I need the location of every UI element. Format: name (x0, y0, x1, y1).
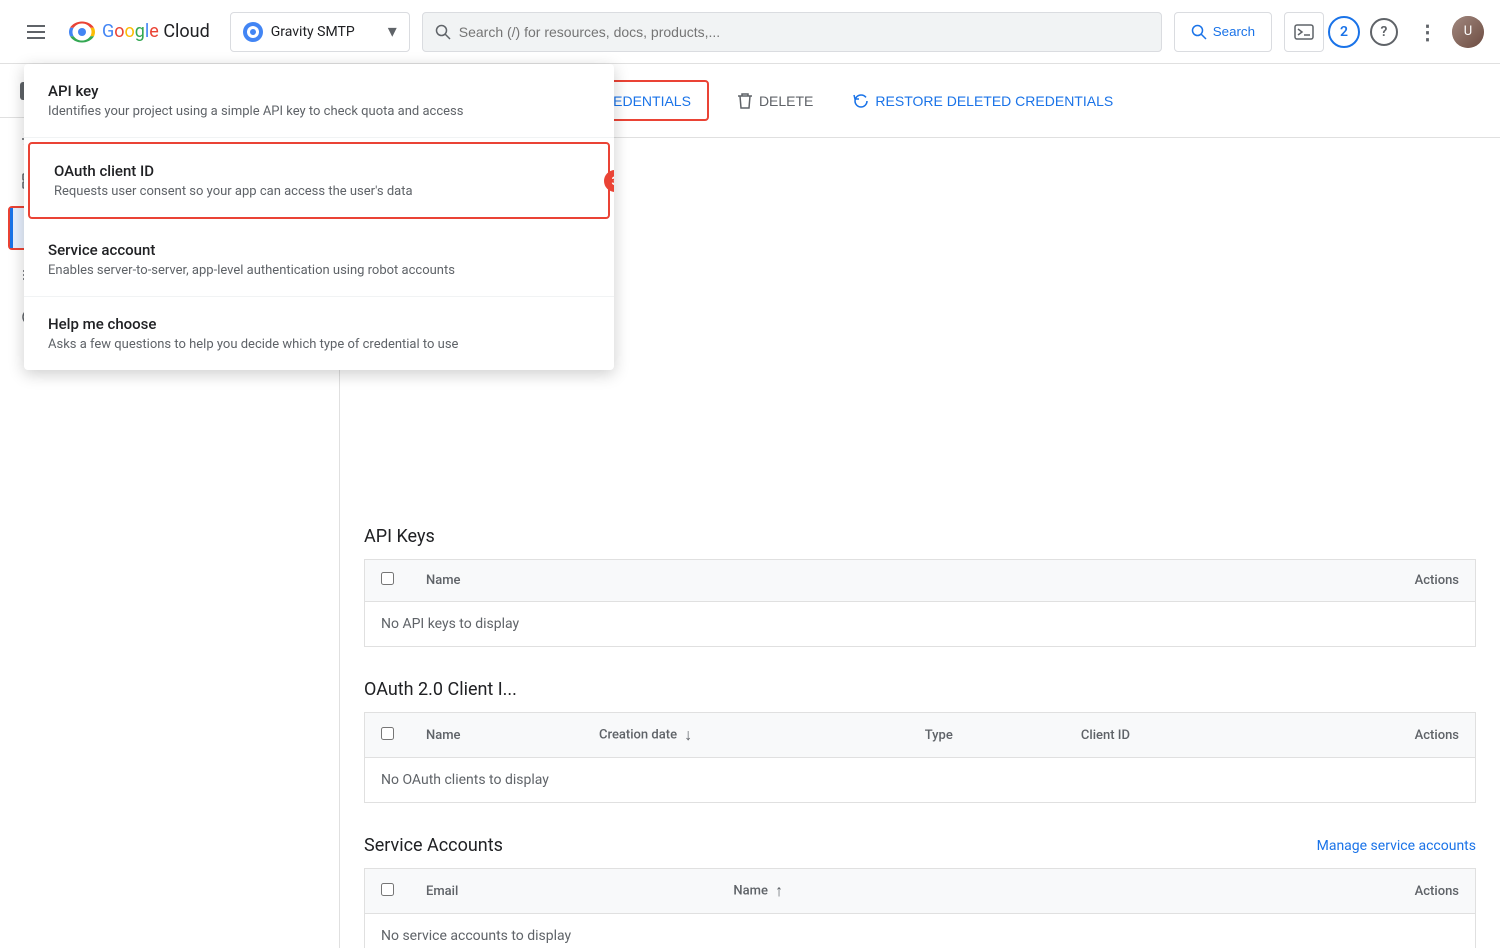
service-accounts-section: Service Accounts Manage service accounts… (340, 819, 1500, 948)
api-keys-name-header: Name (410, 560, 904, 602)
oauth-creation-header: Creation date ↓ (583, 713, 909, 758)
manage-service-accounts-link[interactable]: Manage service accounts (1317, 838, 1476, 854)
delete-button[interactable]: DELETE (721, 84, 829, 118)
api-keys-select-all[interactable] (381, 572, 394, 585)
oauth-type-header: Type (909, 713, 1065, 758)
project-icon (243, 22, 263, 42)
project-dropdown-arrow: ▾ (388, 21, 397, 42)
delete-label: DELETE (759, 93, 813, 109)
more-options-button[interactable]: ⋮ (1408, 12, 1448, 52)
service-accounts-header: Service Accounts Manage service accounts (364, 835, 1476, 856)
oauth-clients-table: Name Creation date ↓ Type Client ID Acti… (364, 712, 1476, 803)
table-row: No OAuth clients to display (365, 758, 1476, 803)
oauth-checkbox-header (365, 713, 411, 758)
service-accounts-title: Service Accounts (364, 835, 503, 856)
restore-button[interactable]: RESTORE DELETED CREDENTIALS (841, 85, 1125, 117)
google-cloud-text: Google Cloud (102, 21, 210, 42)
service-accounts-table: Email Name ↑ Actions No service accounts… (364, 868, 1476, 948)
oauth-border: OAuth client ID Requests user consent so… (340, 142, 610, 219)
project-selector[interactable]: Gravity SMTP ▾ (230, 12, 410, 52)
nav-icons: 2 ? ⋮ U (1284, 12, 1484, 52)
oauth-name-header: Name (410, 713, 583, 758)
oauth-select-all[interactable] (381, 727, 394, 740)
sa-empty: No service accounts to display (381, 928, 571, 944)
cloud-shell-button[interactable] (1284, 12, 1324, 52)
table-row: No service accounts to display (365, 914, 1476, 948)
help-button[interactable]: ? (1364, 12, 1404, 52)
dropdown-menu: API key Identifies your project using a … (340, 64, 614, 370)
sa-checkbox-header (365, 869, 411, 914)
oauth-clients-title: OAuth 2.0 Client I... (364, 679, 1476, 700)
sa-email-header: Email (410, 869, 717, 914)
search-button[interactable]: Search (1174, 12, 1272, 52)
google-cloud-logo: Google Cloud (68, 21, 210, 43)
oauth-clients-section: OAuth 2.0 Client I... Name Creation date… (340, 663, 1500, 819)
restore-icon (853, 93, 869, 109)
search-box-icon (435, 24, 451, 40)
notification-btn[interactable]: 2 (1328, 16, 1360, 48)
api-keys-section: API Keys Name Actions No API keys to dis… (340, 510, 1500, 663)
project-name: Gravity SMTP (271, 24, 380, 40)
dropdown-item-service-account[interactable]: Service account Enables server-to-server… (340, 223, 614, 297)
oauth-title: OAuth client ID (340, 162, 584, 180)
table-row: No API keys to display (365, 602, 1476, 647)
search-button-label: Search (1213, 24, 1255, 39)
api-keys-table: Name Actions No API keys to display (364, 559, 1476, 647)
sa-select-all[interactable] (381, 883, 394, 896)
help-desc: Asks a few questions to help you decide … (340, 337, 590, 352)
dropdown-overlay: API key Identifies your project using a … (340, 64, 614, 370)
oauth-clients-empty: No OAuth clients to display (381, 772, 549, 788)
search-btn-icon (1191, 24, 1207, 40)
oauth-item-wrapper: OAuth client ID Requests user consent so… (340, 138, 614, 223)
content-area: Credentials + + CREATE CREDENTIALS 2 DEL… (340, 64, 1500, 948)
oauth-desc: Requests user consent so your app can ac… (340, 184, 584, 199)
sort-icon: ↓ (684, 725, 692, 744)
restore-label: RESTORE DELETED CREDENTIALS (875, 93, 1113, 109)
name-sort-icon: ↑ (775, 881, 783, 900)
notification-count: 2 (1340, 24, 1348, 40)
user-avatar[interactable]: U (1452, 16, 1484, 48)
api-key-title: API key (340, 82, 590, 100)
dropdown-item-api-key[interactable]: API key Identifies your project using a … (340, 64, 614, 138)
search-input[interactable] (459, 24, 1149, 40)
hamburger-menu[interactable] (16, 12, 56, 52)
main-layout: API APIs & Services 📌 Enabled APIs & ser… (0, 64, 1500, 948)
delete-icon (737, 92, 753, 110)
api-keys-actions-header: Actions (904, 560, 1475, 602)
service-account-desc: Enables server-to-server, app-level auth… (340, 263, 590, 278)
search-box (422, 12, 1162, 52)
top-nav: Google Cloud Gravity SMTP ▾ Search (0, 0, 1500, 64)
api-keys-checkbox-header (365, 560, 411, 602)
help-title: Help me choose (340, 315, 590, 333)
oauth-actions-header: Actions (1276, 713, 1476, 758)
api-keys-empty: No API keys to display (381, 616, 519, 632)
dropdown-item-oauth[interactable]: OAuth client ID Requests user consent so… (340, 144, 608, 217)
oauth-clientid-header: Client ID (1065, 713, 1276, 758)
api-keys-title: API Keys (364, 526, 1476, 547)
sa-actions-header: Actions (1108, 869, 1475, 914)
sa-name-header: Name ↑ (717, 869, 1108, 914)
api-key-desc: Identifies your project using a simple A… (340, 104, 590, 119)
service-account-title: Service account (340, 241, 590, 259)
dropdown-item-help[interactable]: Help me choose Asks a few questions to h… (340, 297, 614, 370)
